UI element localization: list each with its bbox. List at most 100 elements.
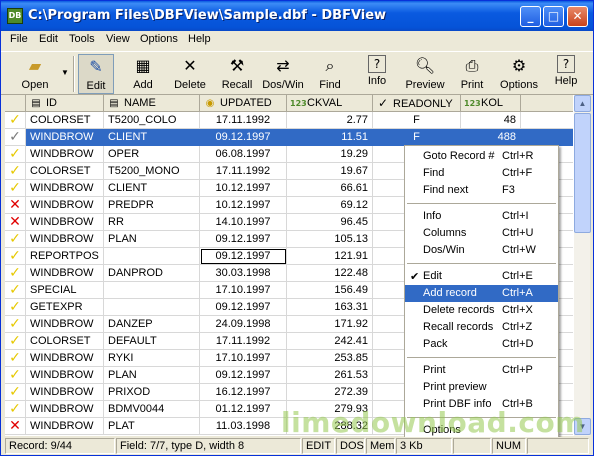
context-item-dos-win[interactable]: Dos/Win Ctrl+W xyxy=(405,242,558,259)
column-header-readonly[interactable]: ✓ READONLY xyxy=(373,95,461,112)
preview-button[interactable]: 🔍︎ Preview xyxy=(403,54,447,94)
title-bar[interactable]: DB C:\Program Files\DBFView\Sample.dbf -… xyxy=(1,1,593,31)
cell-name[interactable]: PRIXOD xyxy=(104,384,200,401)
cell-id[interactable]: COLORSET xyxy=(26,333,104,350)
record-ok-icon[interactable]: ✓ xyxy=(5,180,26,197)
cell-name[interactable]: T5200_MONO xyxy=(104,163,200,180)
cell-name[interactable]: BDMV0044 xyxy=(104,401,200,418)
cell-ckval[interactable]: 66.61 xyxy=(287,180,373,197)
cell-ckval[interactable]: 105.13 xyxy=(287,231,373,248)
menu-view[interactable]: View xyxy=(106,33,130,45)
cell-id[interactable]: WINDBROW xyxy=(26,231,104,248)
cell-ckval[interactable]: 11.51 xyxy=(287,129,373,146)
add-button[interactable]: ▦ Add xyxy=(123,54,163,94)
cell-id[interactable]: WINDBROW xyxy=(26,384,104,401)
cell-kol[interactable]: 488 xyxy=(461,129,521,146)
context-item-print-preview[interactable]: Print preview xyxy=(405,379,558,396)
cell-updated[interactable]: 30.03.1998 xyxy=(200,265,287,282)
doswin-button[interactable]: ⇄ Dos/Win xyxy=(261,54,305,94)
column-header-name[interactable]: ▤ NAME xyxy=(104,95,200,112)
minimize-button[interactable]: _ xyxy=(520,6,541,27)
cell-id[interactable]: WINDBROW xyxy=(26,401,104,418)
cell-name[interactable]: PLAT xyxy=(104,418,200,435)
cell-name[interactable]: PREDPR xyxy=(104,197,200,214)
cell-ckval[interactable]: 156.49 xyxy=(287,282,373,299)
table-row[interactable]: ✓ COLORSET T5200_COLO 17.11.1992 2.77 F 48 xyxy=(5,112,573,129)
edit-button[interactable]: ✎ Edit xyxy=(78,54,114,94)
cell-readonly[interactable]: F xyxy=(373,112,461,129)
app-icon[interactable]: DB xyxy=(7,8,23,24)
cell-ckval[interactable]: 242.41 xyxy=(287,333,373,350)
cell-name[interactable] xyxy=(104,248,200,265)
cell-id[interactable]: COLORSET xyxy=(26,112,104,129)
cell-id[interactable]: COLORSET xyxy=(26,163,104,180)
cell-id[interactable]: WINDBROW xyxy=(26,214,104,231)
cell-updated[interactable]: 10.12.1997 xyxy=(200,180,287,197)
cell-id[interactable]: WINDBROW xyxy=(26,350,104,367)
cell-id[interactable]: WINDBROW xyxy=(26,146,104,163)
cell-updated[interactable]: 01.12.1997 xyxy=(200,401,287,418)
cell-id[interactable]: WINDBROW xyxy=(26,418,104,435)
print-button[interactable]: ⎙ Print xyxy=(455,54,489,94)
menu-help[interactable]: Help xyxy=(188,33,211,45)
close-button[interactable]: ✕ xyxy=(567,6,588,27)
column-header-ckval[interactable]: 123CKVAL xyxy=(287,95,373,112)
cell-name[interactable]: DEFAULT xyxy=(104,333,200,350)
deleted-record-icon[interactable]: ✕ xyxy=(5,418,26,435)
record-ok-icon[interactable]: ✓ xyxy=(5,350,26,367)
cell-id[interactable]: WINDBROW xyxy=(26,197,104,214)
menu-options[interactable]: Options xyxy=(140,33,178,45)
column-header-kol[interactable]: 123KOL xyxy=(461,95,521,112)
maximize-button[interactable]: □ xyxy=(543,6,564,27)
menu-tools[interactable]: Tools xyxy=(69,33,95,45)
record-ok-icon[interactable]: ✓ xyxy=(5,248,26,265)
cell-ckval[interactable]: 69.12 xyxy=(287,197,373,214)
cell-updated[interactable]: 06.08.1997 xyxy=(200,146,287,163)
cell-id[interactable]: WINDBROW xyxy=(26,129,104,146)
record-ok-icon[interactable]: ✓ xyxy=(5,129,26,146)
context-item-pack[interactable]: Pack Ctrl+D xyxy=(405,336,558,353)
cell-name[interactable]: PLAN xyxy=(104,231,200,248)
record-ok-icon[interactable]: ✓ xyxy=(5,163,26,180)
cell-updated[interactable]: 17.11.1992 xyxy=(200,163,287,180)
context-item-goto-record[interactable]: Goto Record # Ctrl+R xyxy=(405,148,558,165)
delete-button[interactable]: ✕ Delete xyxy=(171,54,209,94)
deleted-record-icon[interactable]: ✕ xyxy=(5,214,26,231)
options-button[interactable]: ⚙ Options xyxy=(497,54,541,94)
cell-name[interactable]: DANPROD xyxy=(104,265,200,282)
context-item-columns[interactable]: Columns Ctrl+U xyxy=(405,225,558,242)
context-item-info[interactable]: Info Ctrl+I xyxy=(405,208,558,225)
cell-ckval[interactable]: 261.53 xyxy=(287,367,373,384)
record-ok-icon[interactable]: ✓ xyxy=(5,367,26,384)
help-button[interactable]: ? Help xyxy=(551,54,581,94)
record-ok-icon[interactable]: ✓ xyxy=(5,384,26,401)
menu-file[interactable]: File xyxy=(10,33,28,45)
menu-edit[interactable]: Edit xyxy=(39,33,58,45)
cell-updated[interactable]: 17.10.1997 xyxy=(200,350,287,367)
cell-updated[interactable]: 09.12.1997 xyxy=(200,231,287,248)
cell-name[interactable] xyxy=(104,282,200,299)
record-ok-icon[interactable]: ✓ xyxy=(5,112,26,129)
cell-id[interactable]: WINDBROW xyxy=(26,316,104,333)
column-header-updated[interactable]: ◉ UPDATED xyxy=(200,95,287,112)
cell-updated[interactable]: 17.11.1992 xyxy=(200,112,287,129)
cell-name[interactable]: DANZEP xyxy=(104,316,200,333)
cell-ckval[interactable]: 272.39 xyxy=(287,384,373,401)
record-ok-icon[interactable]: ✓ xyxy=(5,333,26,350)
scroll-thumb[interactable] xyxy=(574,113,591,233)
record-ok-icon[interactable]: ✓ xyxy=(5,282,26,299)
record-ok-icon[interactable]: ✓ xyxy=(5,231,26,248)
scroll-up-button[interactable]: ▲ xyxy=(574,95,591,112)
cell-readonly[interactable]: F xyxy=(373,129,461,146)
find-button[interactable]: ⌕ Find xyxy=(313,54,347,94)
cell-updated[interactable]: 09.12.1997 xyxy=(200,129,287,146)
cell-updated[interactable]: 17.11.1992 xyxy=(200,333,287,350)
record-ok-icon[interactable]: ✓ xyxy=(5,401,26,418)
context-item-find-next[interactable]: Find next F3 xyxy=(405,182,558,199)
cell-ckval[interactable]: 163.31 xyxy=(287,299,373,316)
cell-name[interactable] xyxy=(104,299,200,316)
cell-id[interactable]: SPECIAL xyxy=(26,282,104,299)
cell-updated[interactable]: 24.09.1998 xyxy=(200,316,287,333)
cell-updated[interactable]: 16.12.1997 xyxy=(200,384,287,401)
info-button[interactable]: ? Info xyxy=(359,54,395,94)
